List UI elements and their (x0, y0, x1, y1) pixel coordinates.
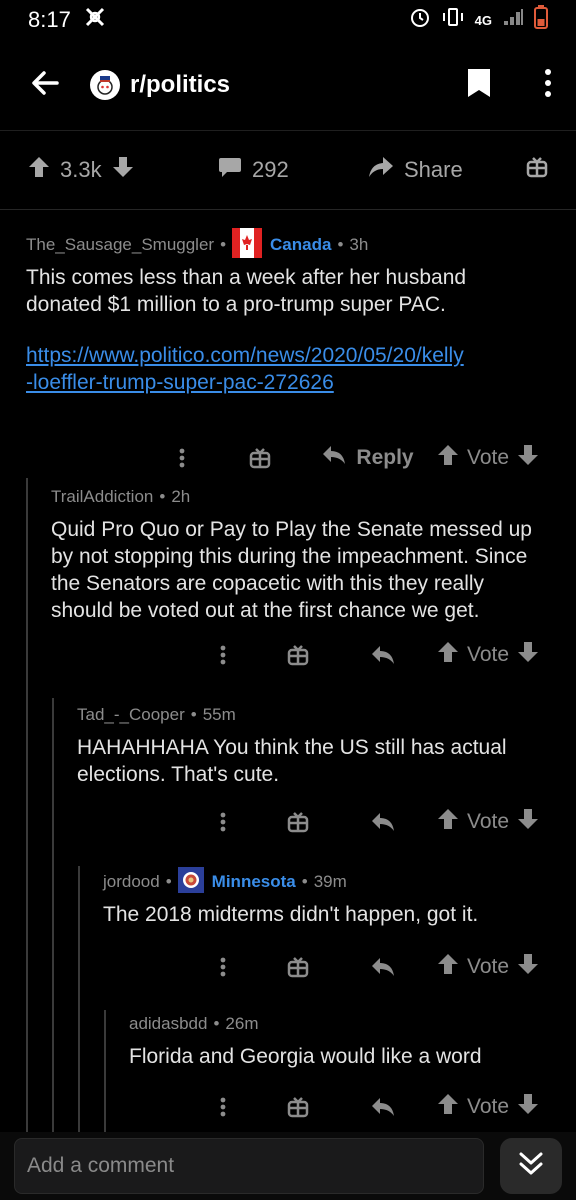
bookmark-icon[interactable] (466, 67, 492, 104)
comment-more-icon[interactable] (188, 957, 258, 977)
reply-icon[interactable] (338, 1097, 428, 1117)
vote-label: Vote (466, 643, 510, 666)
upvote-icon[interactable] (28, 156, 50, 184)
downvote-icon[interactable] (517, 641, 539, 669)
subreddit-name: r/politics (130, 71, 231, 98)
status-time: 8:17 (28, 7, 71, 32)
comment-link[interactable]: https://www.politico.com/news/2020/05/20… (26, 342, 546, 396)
comment-item: TrailAddiction • 2h Quid Pro Quo or Pay … (0, 482, 576, 682)
subreddit-title[interactable]: r/politics (90, 70, 230, 100)
award-icon[interactable] (258, 644, 338, 666)
share-label: Share (404, 157, 463, 182)
comment-icon (218, 156, 242, 184)
comment-actions: Vote (188, 802, 548, 842)
reply-icon[interactable] (338, 812, 428, 832)
downvote-icon[interactable] (112, 156, 134, 184)
reply-icon (322, 445, 346, 471)
comment-body: HAHAHHAHA You think the US still has act… (77, 736, 507, 786)
bottom-bar (0, 1132, 576, 1200)
comment-item: Tad_-_Cooper • 55m HAHAHHAHA You think t… (0, 700, 576, 850)
next-comment-button[interactable] (500, 1138, 562, 1194)
battery-icon (534, 5, 548, 35)
add-comment-input[interactable] (14, 1138, 485, 1194)
comment-meta: TrailAddiction • 2h (51, 487, 191, 507)
comment-more-icon[interactable] (188, 645, 258, 665)
downvote-icon[interactable] (517, 953, 539, 981)
comment-author[interactable]: TrailAddiction (51, 487, 153, 507)
app-bar: r/politics (0, 40, 576, 130)
comment-more-icon[interactable] (188, 1097, 258, 1117)
comment-age: 39m (313, 872, 347, 891)
upvote-icon[interactable] (437, 953, 459, 981)
upvote-icon[interactable] (437, 444, 459, 472)
downvote-icon[interactable] (517, 444, 539, 472)
share-button[interactable]: Share (368, 156, 518, 184)
comment-more-icon[interactable] (188, 812, 258, 832)
reply-icon[interactable] (338, 957, 428, 977)
minnesota-flag-icon (177, 866, 204, 898)
comment-age: 2h (171, 487, 191, 506)
alarm-icon (409, 6, 431, 34)
comment-author[interactable]: adidasbdd (129, 1014, 207, 1034)
award-icon[interactable] (258, 956, 338, 978)
chevron-down-double-icon (516, 1149, 546, 1184)
upvote-icon[interactable] (437, 1093, 459, 1121)
comment-body: The 2018 midterms didn't happen, got it. (103, 903, 479, 926)
network-label: 4G (474, 12, 492, 28)
comment-author[interactable]: jordood (103, 872, 160, 892)
comment-age: 3h (349, 235, 369, 254)
more-vert-icon[interactable] (544, 68, 552, 103)
share-icon (368, 156, 394, 184)
comment-flair: Minnesota (211, 872, 296, 891)
vote-label: Vote (466, 955, 510, 978)
upvote-icon[interactable] (437, 641, 459, 669)
comment-meta: jordood • Minnesota • 39m (103, 866, 553, 898)
comment-body: Quid Pro Quo or Pay to Play the Senate m… (51, 518, 532, 622)
comment-body: Florida and Georgia would like a word (129, 1045, 482, 1068)
canada-flag-icon (232, 227, 263, 263)
comment-item: adidasbdd • 26m Florida and Georgia woul… (0, 1009, 576, 1139)
signal-icon (502, 7, 524, 33)
comment-meta: The_Sausage_Smuggler • Canada • 3h (26, 227, 546, 263)
comment-actions: Reply Vote (152, 438, 548, 478)
reply-icon[interactable] (338, 645, 428, 665)
award-icon[interactable] (258, 811, 338, 833)
reply-button[interactable]: Reply (308, 445, 428, 471)
back-arrow-icon[interactable] (30, 68, 60, 103)
comment-age: 26m (225, 1014, 259, 1033)
comment-actions: Vote (188, 1087, 548, 1127)
comment-actions: Vote (188, 947, 548, 987)
vote-label: Vote (466, 1095, 510, 1118)
post-vote-count: 3.3k (60, 157, 102, 182)
app-notification-icon (83, 5, 107, 35)
post-actions-bar: 3.3k 292 Share (0, 130, 576, 210)
comment-meta: Tad_-_Cooper • 55m (77, 705, 236, 725)
comment-actions: Vote (188, 635, 548, 675)
award-icon[interactable] (258, 1096, 338, 1118)
comment-count: 292 (252, 157, 289, 182)
reply-label: Reply (356, 446, 414, 469)
subreddit-avatar (90, 70, 120, 100)
comment-item: jordood • Minnesota • 39m The 2018 midte… (0, 866, 576, 997)
vote-label: Vote (466, 810, 510, 833)
comment-author[interactable]: Tad_-_Cooper (77, 705, 185, 725)
comment-flair: Canada (270, 235, 332, 254)
comment-body: This comes less than a week after her hu… (26, 266, 467, 316)
status-bar: 8:17 4G (0, 0, 576, 40)
comments-button[interactable]: 292 (218, 156, 368, 184)
award-icon[interactable] (526, 156, 548, 184)
downvote-icon[interactable] (517, 1093, 539, 1121)
vote-label: Vote (466, 446, 510, 469)
comment-meta: adidasbdd • 26m (129, 1014, 259, 1034)
comment-author[interactable]: The_Sausage_Smuggler (26, 235, 214, 255)
comment-more-icon[interactable] (152, 448, 212, 468)
downvote-icon[interactable] (517, 808, 539, 836)
upvote-icon[interactable] (437, 808, 459, 836)
vibrate-icon (441, 6, 465, 34)
comment-item: The_Sausage_Smuggler • Canada • 3h This … (0, 227, 576, 490)
award-icon[interactable] (212, 447, 308, 469)
comment-age: 55m (202, 705, 236, 724)
